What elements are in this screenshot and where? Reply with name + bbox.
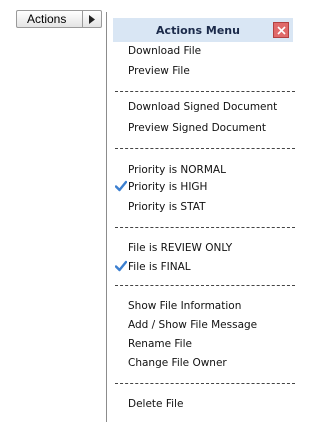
menu-item-file-final[interactable]: File is FINAL	[128, 260, 191, 274]
menu-separator	[115, 285, 295, 286]
actions-button-label: Actions	[27, 12, 67, 26]
actions-button[interactable]: Actions	[16, 10, 102, 28]
menu-separator	[115, 148, 295, 149]
menu-item-priority-high[interactable]: Priority is HIGH	[128, 180, 207, 194]
menu-item-review-only[interactable]: File is REVIEW ONLY	[128, 241, 232, 255]
close-icon[interactable]	[273, 22, 289, 38]
menu-item-show-file-information[interactable]: Show File Information	[128, 299, 241, 313]
menu-item-add-show-file-message[interactable]: Add / Show File Message	[128, 318, 257, 332]
menu-item-priority-normal[interactable]: Priority is NORMAL	[128, 163, 226, 177]
menu-separator	[115, 227, 295, 228]
menu-item-download-signed-document[interactable]: Download Signed Document	[128, 100, 277, 114]
menu-header: Actions Menu	[113, 18, 293, 42]
actions-menu: Actions Menu Download File Preview File …	[106, 12, 296, 422]
menu-item-delete-file[interactable]: Delete File	[128, 397, 183, 411]
checkmark-icon	[115, 260, 127, 272]
expand-arrow-icon[interactable]	[82, 11, 101, 27]
checkmark-icon	[115, 180, 127, 192]
menu-item-preview-signed-document[interactable]: Preview Signed Document	[128, 121, 266, 135]
menu-item-priority-stat[interactable]: Priority is STAT	[128, 200, 205, 214]
menu-separator	[115, 383, 295, 384]
menu-item-download-file[interactable]: Download File	[128, 44, 201, 58]
menu-item-preview-file[interactable]: Preview File	[128, 64, 190, 78]
menu-separator	[115, 91, 295, 92]
menu-item-rename-file[interactable]: Rename File	[128, 337, 192, 351]
menu-item-change-file-owner[interactable]: Change File Owner	[128, 356, 227, 370]
menu-title: Actions Menu	[156, 23, 240, 37]
